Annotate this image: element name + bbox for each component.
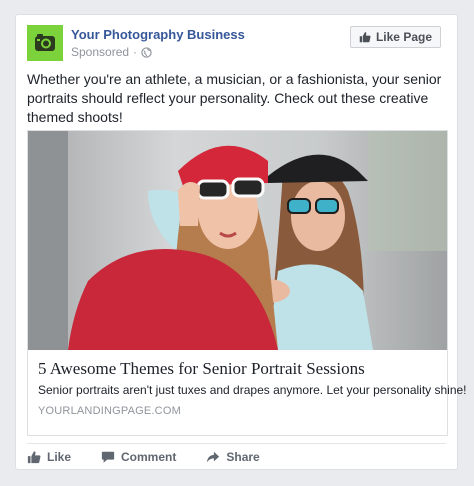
actions-divider	[27, 443, 446, 444]
sponsored-line: Sponsored ·	[71, 45, 152, 59]
share-button[interactable]: Share	[206, 450, 260, 464]
thumbs-up-icon	[359, 32, 371, 43]
link-description: Senior portraits aren't just tuxes and d…	[38, 383, 467, 397]
comment-button[interactable]: Comment	[101, 450, 176, 464]
page-avatar[interactable]	[27, 25, 63, 61]
sponsored-label[interactable]: Sponsored	[71, 45, 129, 59]
link-image[interactable]	[28, 131, 447, 350]
link-preview[interactable]: 5 Awesome Themes for Senior Portrait Ses…	[27, 130, 467, 436]
comment-label: Comment	[121, 450, 177, 464]
post-text: Whether you're an athlete, a musician, o…	[27, 71, 442, 125]
like-button[interactable]: Like	[27, 450, 71, 464]
page-name-link[interactable]: Your Photography Business	[71, 27, 245, 42]
like-label: Like	[47, 450, 72, 464]
globe-icon[interactable]	[141, 46, 152, 58]
speech-bubble-icon	[101, 451, 115, 463]
thumbs-up-icon	[27, 451, 41, 464]
share-arrow-icon	[207, 451, 220, 463]
like-page-button[interactable]: Like Page	[349, 26, 441, 48]
sponsored-post-card: Your Photography Business Sponsored · Li…	[15, 14, 467, 470]
link-domain: YOURLANDINGPAGE.COM	[38, 405, 181, 417]
camera-icon	[35, 34, 55, 51]
post-actions: Like Comment Share	[27, 447, 290, 467]
like-page-label: Like Page	[375, 30, 432, 44]
post-header: Your Photography Business Sponsored · Li…	[27, 25, 446, 63]
share-label: Share	[226, 450, 260, 464]
portrait-photo	[28, 131, 447, 350]
link-title[interactable]: 5 Awesome Themes for Senior Portrait Ses…	[38, 359, 365, 379]
separator-dot: ·	[133, 45, 138, 59]
